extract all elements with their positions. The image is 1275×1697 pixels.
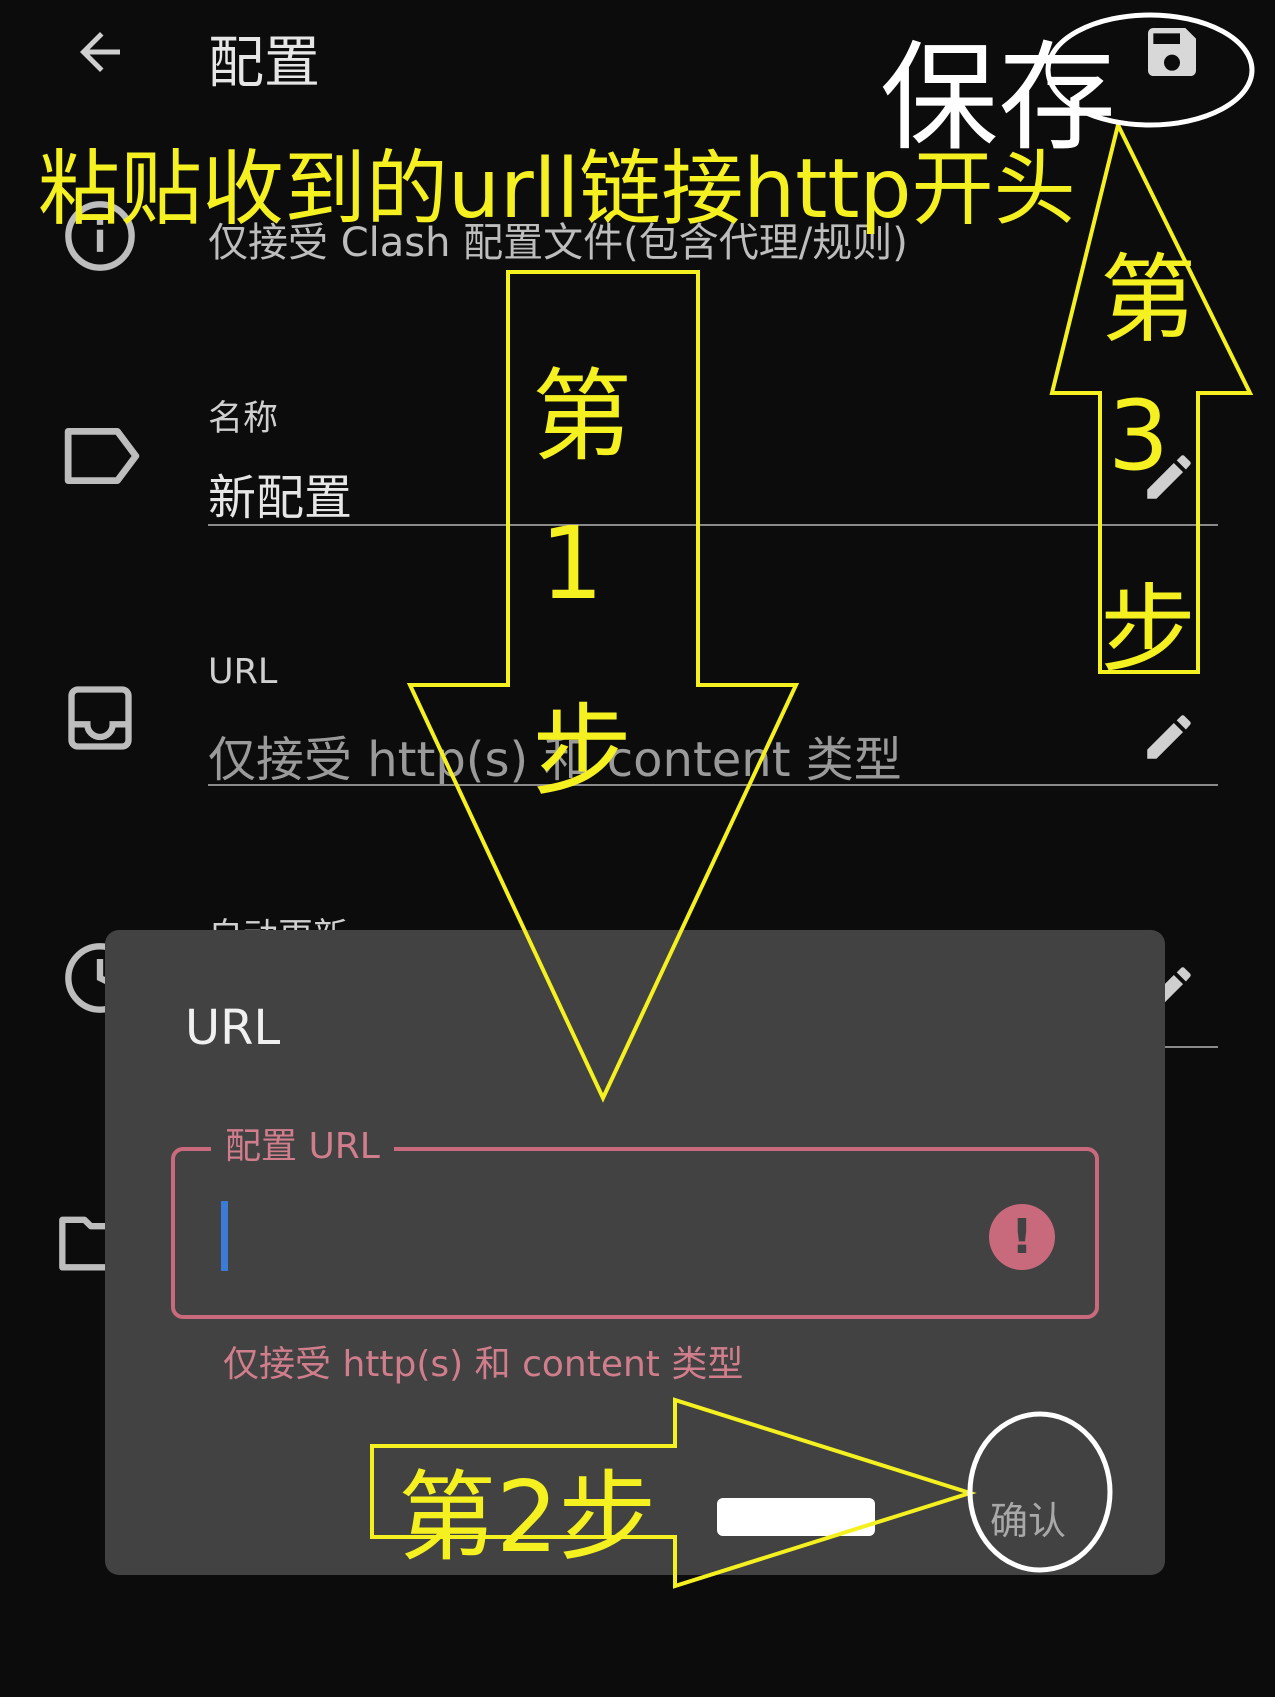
step2-annotation: 第2步 xyxy=(398,1461,657,1575)
step1-char-3: 步 xyxy=(532,693,632,810)
step3-char-1: 第 xyxy=(1100,244,1196,356)
step3-char-2: 3 xyxy=(1108,380,1170,492)
confirm-circle xyxy=(967,1411,1113,1573)
step3-char-3: 步 xyxy=(1100,574,1196,686)
step1-char-1: 第 xyxy=(532,358,632,475)
step1-char-2: 1 xyxy=(540,505,604,622)
headline-annotation: 粘贴收到的urll链接http开头 xyxy=(38,142,1076,237)
